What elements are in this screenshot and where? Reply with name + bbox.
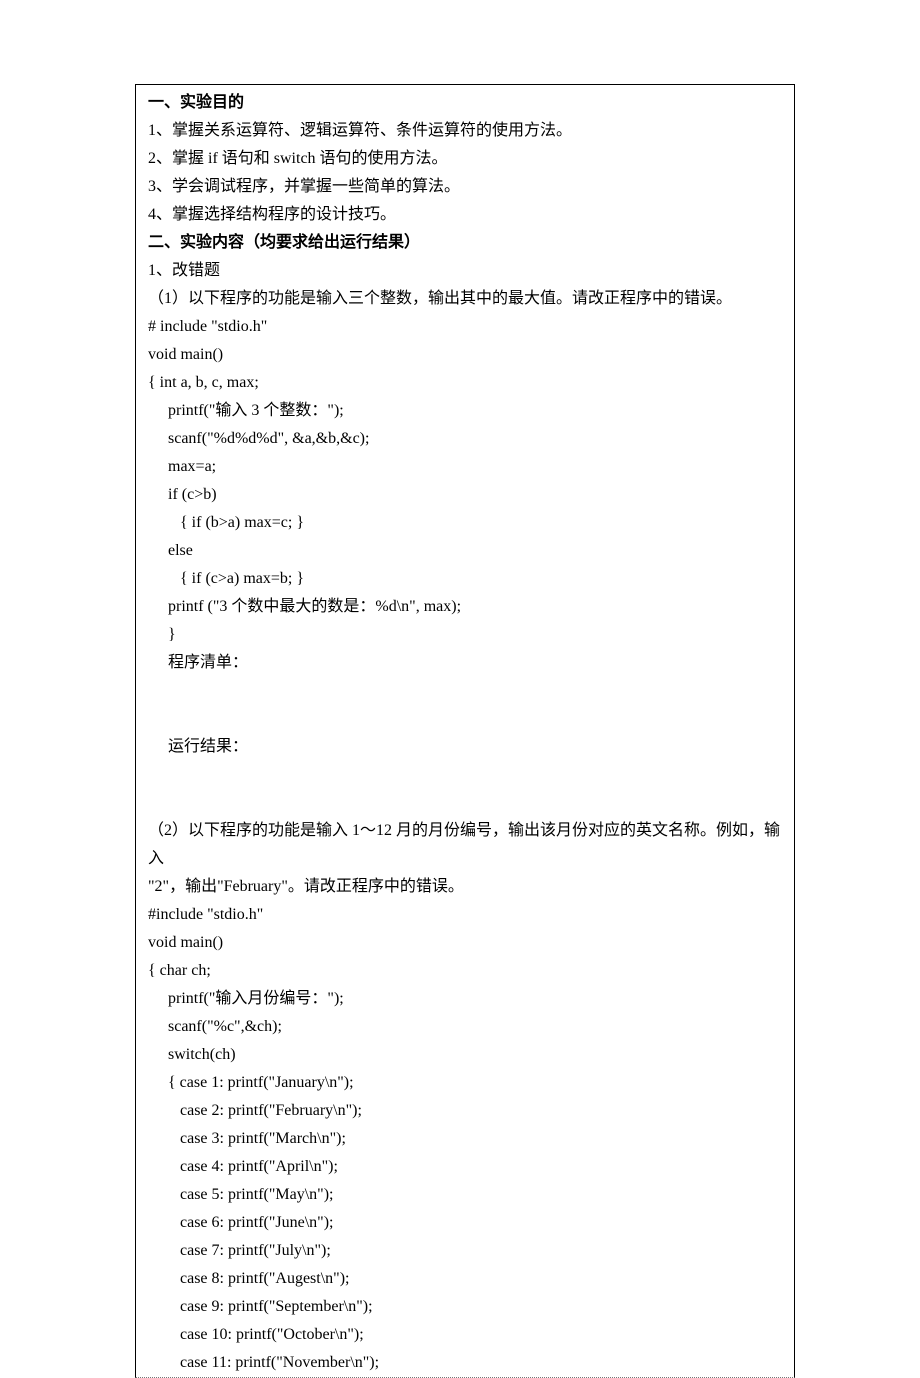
- section1-item-1: 1、掌握关系运算符、逻辑运算符、条件运算符的使用方法。: [148, 117, 782, 145]
- code2-line-6: switch(ch): [148, 1041, 782, 1069]
- code2-line-3: { char ch;: [148, 957, 782, 985]
- q2-description-a: （2）以下程序的功能是输入 1～12 月的月份编号，输出该月份对应的英文名称。例…: [148, 817, 782, 873]
- code1-line-11: printf ("3 个数中最大的数是：%d\n", max);: [148, 593, 782, 621]
- code2-line-14: case 8: printf("Augest\n");: [148, 1265, 782, 1293]
- section2-heading: 二、实验内容（均要求给出运行结果）: [148, 229, 782, 257]
- section1-heading: 一、实验目的: [148, 89, 782, 117]
- code1-line-8: { if (b>a) max=c; }: [148, 509, 782, 537]
- code2-line-17: case 11: printf("November\n");: [148, 1349, 782, 1377]
- code2-line-12: case 6: printf("June\n");: [148, 1209, 782, 1237]
- code1-line-6: max=a;: [148, 453, 782, 481]
- section1-item-4: 4、掌握选择结构程序的设计技巧。: [148, 201, 782, 229]
- q2-description-b: "2"，输出"February"。请改正程序中的错误。: [148, 873, 782, 901]
- listing-label: 程序清单：: [148, 649, 782, 677]
- code2-line-13: case 7: printf("July\n");: [148, 1237, 782, 1265]
- code2-line-7: { case 1: printf("January\n");: [148, 1069, 782, 1097]
- code2-line-9: case 3: printf("March\n");: [148, 1125, 782, 1153]
- code1-line-10: { if (c>a) max=b; }: [148, 565, 782, 593]
- code1-line-2: void main(): [148, 341, 782, 369]
- code2-line-16: case 10: printf("October\n");: [148, 1321, 782, 1349]
- code2-line-1: #include "stdio.h": [148, 901, 782, 929]
- q1-label: 1、改错题: [148, 257, 782, 285]
- code2-line-10: case 4: printf("April\n");: [148, 1153, 782, 1181]
- code1-line-5: scanf("%d%d%d", &a,&b,&c);: [148, 425, 782, 453]
- code1-line-7: if (c>b): [148, 481, 782, 509]
- code2-line-2: void main(): [148, 929, 782, 957]
- code1-line-3: { int a, b, c, max;: [148, 369, 782, 397]
- code1-line-4: printf("输入 3 个整数：");: [148, 397, 782, 425]
- code2-line-8: case 2: printf("February\n");: [148, 1097, 782, 1125]
- code2-line-15: case 9: printf("September\n");: [148, 1293, 782, 1321]
- section1-item-2: 2、掌握 if 语句和 switch 语句的使用方法。: [148, 145, 782, 173]
- result-label: 运行结果：: [148, 733, 782, 761]
- code2-line-4: printf("输入月份编号：");: [148, 985, 782, 1013]
- code1-line-1: # include "stdio.h": [148, 313, 782, 341]
- code2-line-5: scanf("%c",&ch);: [148, 1013, 782, 1041]
- code1-line-12: }: [148, 621, 782, 649]
- q1-description: （1）以下程序的功能是输入三个整数，输出其中的最大值。请改正程序中的错误。: [148, 285, 782, 313]
- code1-line-9: else: [148, 537, 782, 565]
- document-container: 一、实验目的 1、掌握关系运算符、逻辑运算符、条件运算符的使用方法。 2、掌握 …: [135, 84, 795, 1378]
- section1-item-3: 3、学会调试程序，并掌握一些简单的算法。: [148, 173, 782, 201]
- code2-line-11: case 5: printf("May\n");: [148, 1181, 782, 1209]
